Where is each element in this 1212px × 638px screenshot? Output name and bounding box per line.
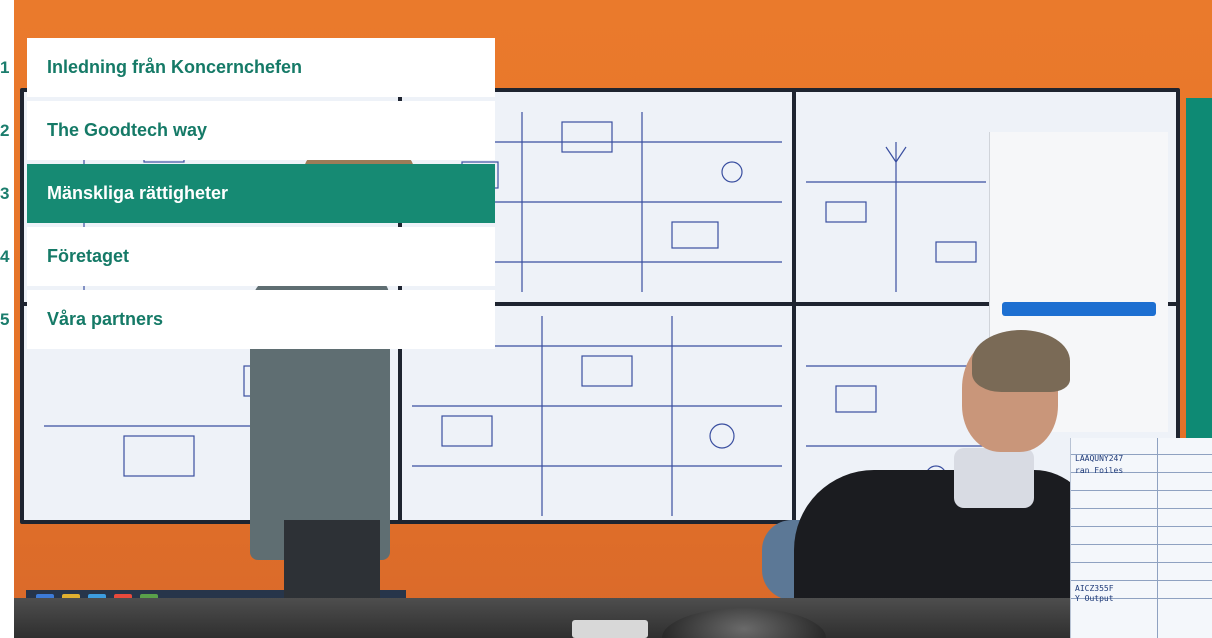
menu-item-number: 3 [0, 164, 14, 223]
menu-item-label: Mänskliga rättigheter [47, 183, 229, 203]
menu-item-number: 4 [0, 227, 14, 286]
man-collar [954, 448, 1034, 508]
menu-item-box[interactable]: Företaget [27, 227, 495, 286]
menu-item-number: 2 [0, 101, 14, 160]
menu-item-box[interactable]: Inledning från Koncernchefen [27, 38, 495, 97]
printout-line-3: AICZ355F [1075, 584, 1114, 593]
table [14, 598, 1074, 638]
menu-item-1[interactable]: 1 Inledning från Koncernchefen [0, 38, 495, 97]
chapter-menu: 1 Inledning från Koncernchefen 2 The Goo… [0, 38, 495, 353]
menu-item-box[interactable]: The Goodtech way [27, 101, 495, 160]
menu-item-2[interactable]: 2 The Goodtech way [0, 101, 495, 160]
convert-button-graphic [1002, 302, 1156, 316]
printout-document: LAAQUNY247 ran Foiles AICZ355F Y Output [1070, 438, 1212, 638]
menu-item-box[interactable]: Våra partners [27, 290, 495, 349]
menu-item-number: 5 [0, 290, 14, 349]
accent-bar [1186, 98, 1212, 478]
page: LAAQUNY247 ran Foiles AICZ355F Y Output … [0, 0, 1212, 638]
printout-line-4: Y Output [1075, 594, 1114, 603]
menu-item-label: Företaget [47, 246, 130, 266]
menu-item-label: The Goodtech way [47, 120, 208, 140]
menu-item-5[interactable]: 5 Våra partners [0, 290, 495, 349]
menu-item-label: Våra partners [47, 309, 164, 329]
menu-item-box[interactable]: Mänskliga rättigheter [27, 164, 495, 223]
menu-item-3[interactable]: 3 Mänskliga rättigheter [0, 164, 495, 223]
phone-device [572, 620, 648, 638]
printout-line-1: LAAQUNY247 [1075, 454, 1124, 463]
menu-item-number: 1 [0, 38, 14, 97]
menu-item-4[interactable]: 4 Företaget [0, 227, 495, 286]
menu-item-label: Inledning från Koncernchefen [47, 57, 303, 77]
printout-line-2: ran Foiles [1075, 466, 1124, 475]
man-hair [972, 330, 1070, 392]
